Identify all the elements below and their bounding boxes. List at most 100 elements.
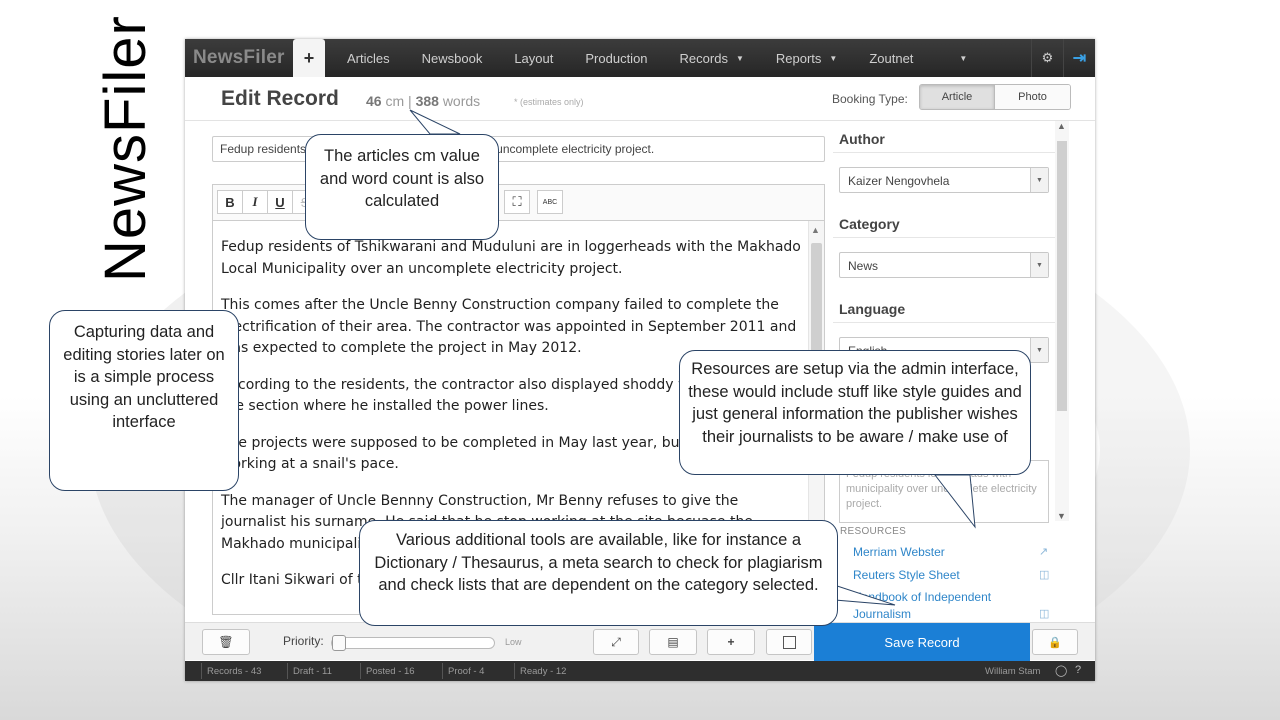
status-records[interactable]: Records - 43 — [200, 663, 261, 679]
view-group: ⛶ — [504, 190, 530, 214]
booking-photo-button[interactable]: Photo — [995, 85, 1070, 109]
plus-icon: + — [727, 635, 735, 649]
nav-label: Articles — [347, 50, 390, 66]
cm-unit: cm — [385, 93, 405, 109]
divider — [833, 152, 1055, 153]
save-record-button[interactable]: Save Record — [814, 623, 1030, 661]
estimate-note: * (estimates only) — [514, 97, 584, 107]
headline-input[interactable]: Fedup residents loggerheads with municip… — [212, 136, 825, 162]
chevron-down-icon: ▼ — [1030, 338, 1048, 362]
booking-article-button[interactable]: Article — [920, 85, 995, 109]
lock-icon: 🔒 — [1048, 636, 1062, 649]
nav-production[interactable]: Production — [569, 39, 663, 77]
chevron-down-icon: ▼ — [1030, 168, 1048, 192]
current-user[interactable]: William Stam — [985, 666, 1040, 677]
expand-icon: ⤢ — [611, 634, 621, 649]
nav-label: Production — [585, 50, 648, 66]
sidebar-scrollbar[interactable]: ▲ ▼ — [1055, 121, 1069, 521]
bold-button[interactable]: B — [217, 190, 243, 214]
file-icon[interactable]: ◫ — [1039, 607, 1049, 620]
category-label: Category — [839, 216, 900, 232]
file-icon[interactable]: ◫ — [1039, 568, 1049, 581]
logout-icon[interactable]: ⇥ — [1063, 39, 1095, 77]
trash-icon: 🗑 — [218, 635, 234, 649]
editor-toolbar: B I U S × ↓ ↑ ⎘ ⎙ ⛶ ABC — [212, 184, 825, 220]
author-label: Author — [839, 131, 885, 147]
language-label: Language — [839, 301, 906, 317]
underline-button[interactable]: U — [267, 190, 293, 214]
nav-articles[interactable]: Articles — [331, 39, 406, 77]
nav-label: Layout — [514, 50, 554, 66]
fullscreen-icon[interactable]: ⛶ — [504, 190, 530, 214]
scroll-down-icon[interactable]: ▼ — [1057, 511, 1066, 521]
checkbox-icon — [782, 635, 796, 649]
scroll-up-icon[interactable]: ▲ — [1057, 121, 1066, 131]
chat-icon[interactable]: ◯ — [1055, 664, 1067, 677]
add-button[interactable]: + — [707, 629, 755, 655]
delete-button[interactable]: 🗑 — [202, 629, 250, 655]
scroll-thumb[interactable] — [1057, 141, 1067, 411]
length-counter: 46 cm | 388 words — [366, 93, 480, 109]
caret-down-icon: ▼ — [959, 53, 968, 63]
slide-title: NewsFiler — [93, 15, 158, 282]
divider — [833, 237, 1055, 238]
new-record-button[interactable]: + — [293, 39, 325, 77]
scroll-up-icon[interactable]: ▲ — [811, 225, 820, 235]
nav-zoutnet[interactable]: Zoutnet ▼ — [853, 39, 983, 77]
chevron-down-icon: ▼ — [1030, 253, 1048, 277]
article-paragraph: Fedup residents of Tshikwarani and Mudul… — [221, 239, 801, 277]
cm-value: 46 — [366, 93, 382, 109]
priority-label: Priority: — [283, 634, 324, 648]
word-unit: words — [442, 93, 481, 109]
nav-layout[interactable]: Layout — [498, 39, 569, 77]
category-value: News — [848, 259, 879, 273]
list-button[interactable]: ▤ — [649, 629, 697, 655]
category-select[interactable]: News ▼ — [839, 252, 1049, 278]
callout-capture: Capturing data and editing stories later… — [49, 310, 239, 491]
settings-cog-icon[interactable]: ⚙ — [1031, 39, 1063, 77]
nav-label: Reports — [775, 50, 822, 66]
lock-button[interactable]: 🔒 — [1032, 629, 1078, 655]
caret-down-icon: ▼ — [735, 53, 744, 63]
expand-button[interactable]: ⤢ — [593, 629, 639, 655]
word-value: 388 — [415, 93, 439, 109]
page-title: Edit Record — [221, 87, 339, 110]
nav-label: Records — [679, 50, 728, 66]
counter-separator: | — [408, 93, 412, 109]
resource-link[interactable]: Handbook of Independent Journalism — [853, 589, 1013, 623]
list-icon: ▤ — [667, 635, 679, 649]
status-bar: Records - 43 Draft - 11 Posted - 16 Proo… — [185, 661, 1095, 681]
author-value: Kaizer Nengovhela — [848, 174, 950, 188]
top-navbar: NewsFiler + Articles Newsbook Layout Pro… — [185, 39, 1095, 77]
callout-resources: Resources are setup via the admin interf… — [679, 350, 1031, 475]
callout-cm-count: The articles cm value and word count is … — [305, 134, 499, 240]
select-checkbox[interactable] — [766, 629, 812, 655]
callout-tools: Various additional tools are available, … — [359, 520, 838, 626]
booking-type-toggle: Article Photo — [919, 84, 1071, 110]
spellcheck-icon[interactable]: ABC — [537, 190, 563, 214]
booking-type-label: Booking Type: — [832, 92, 908, 106]
status-ready[interactable]: Ready - 12 — [513, 663, 566, 679]
priority-slider-handle[interactable] — [332, 635, 346, 651]
divider — [833, 322, 1055, 323]
nav-label: Newsbook — [421, 50, 483, 66]
priority-level-label: Low — [505, 637, 522, 647]
brand-logo[interactable]: NewsFiler — [185, 47, 293, 69]
author-select[interactable]: Kaizer Nengovhela ▼ — [839, 167, 1049, 193]
nav-reports[interactable]: Reports ▼ — [760, 39, 853, 77]
scroll-thumb[interactable] — [811, 243, 822, 358]
external-link-icon[interactable]: ↗ — [1039, 545, 1048, 558]
resource-link[interactable]: Reuters Style Sheet — [853, 567, 960, 584]
nav-newsbook[interactable]: Newsbook — [406, 39, 499, 77]
resource-link[interactable]: Merriam Webster — [853, 544, 945, 561]
priority-slider[interactable] — [331, 635, 495, 651]
help-icon[interactable]: ? — [1075, 664, 1081, 676]
nav-records[interactable]: Records ▼ — [664, 39, 760, 77]
status-draft[interactable]: Draft - 11 — [287, 663, 332, 679]
nav-label: Zoutnet — [869, 50, 914, 66]
caret-down-icon: ▼ — [829, 53, 838, 63]
status-proof[interactable]: Proof - 4 — [441, 663, 484, 679]
status-posted[interactable]: Posted - 16 — [360, 663, 415, 679]
resources-heading: RESOURCES — [840, 526, 907, 537]
italic-button[interactable]: I — [242, 190, 268, 214]
